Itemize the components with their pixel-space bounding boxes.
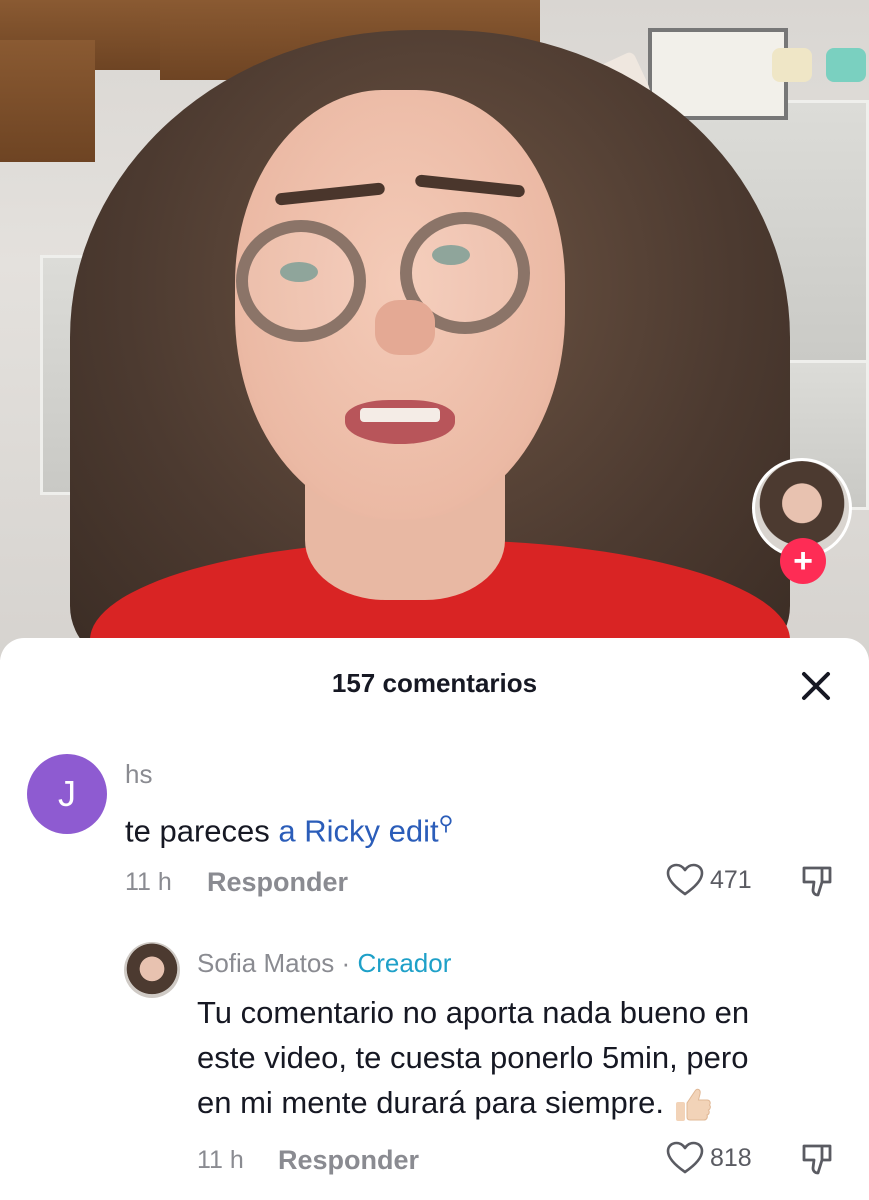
ceiling-beam <box>0 40 95 162</box>
comment-text: te pareces a Ricky edit⚲ <box>125 802 453 853</box>
comments-sheet: 157 comentarios J hs te pareces a Ricky … <box>0 638 869 1200</box>
creator-reply-avatar[interactable] <box>124 942 180 998</box>
like-button[interactable]: 818 <box>666 1141 752 1175</box>
commenter-username[interactable]: hs <box>125 759 152 790</box>
person-nose <box>375 300 435 355</box>
heart-icon <box>666 863 704 896</box>
reply-button[interactable]: Responder <box>278 1145 419 1176</box>
reply-time: 11 h <box>197 1146 244 1174</box>
comments-count-title: 157 comentarios <box>331 668 538 698</box>
reply-header: Sofia Matos · Creador <box>197 948 451 979</box>
like-count: 471 <box>710 865 752 894</box>
reply-text-line: Tu comentario no aporta nada bueno en <box>197 995 750 1030</box>
like-button[interactable]: 471 <box>666 863 752 897</box>
comment-time: 11 h <box>125 868 172 896</box>
thumbs-up-emoji <box>675 1088 711 1121</box>
commenter-avatar[interactable]: J <box>27 754 107 834</box>
reply-button[interactable]: Responder <box>207 867 348 898</box>
reply-text-line: este video, te cuesta ponerlo 5min, pero <box>197 1040 749 1075</box>
search-icon[interactable]: ⚲ <box>439 813 454 835</box>
search-suggestion-link[interactable]: a Ricky edit <box>278 813 438 848</box>
reply-username[interactable]: Sofia Matos <box>197 948 334 978</box>
reply-text-line: en mi mente durará para siempre. <box>197 1085 664 1120</box>
heart-icon <box>666 1141 704 1174</box>
reply-text: Tu comentario no aporta nada bueno en es… <box>197 990 749 1125</box>
dislike-icon[interactable] <box>800 864 836 900</box>
person-eye <box>280 262 318 282</box>
person-mouth <box>345 400 455 444</box>
person-teeth <box>360 408 440 422</box>
creator-badge: Creador <box>357 948 452 978</box>
dislike-icon[interactable] <box>800 1142 836 1178</box>
background-jar <box>772 48 812 82</box>
separator-dot: · <box>341 948 351 978</box>
person-eye <box>432 245 470 265</box>
like-count: 818 <box>710 1143 752 1172</box>
close-icon[interactable] <box>796 666 836 706</box>
background-jar <box>826 48 866 82</box>
video-player[interactable]: + <box>0 0 869 660</box>
follow-button[interactable]: + <box>780 538 826 584</box>
comment-text-body: te pareces <box>125 813 279 849</box>
reply-text-line-last: en mi mente durará para siempre. <box>197 1080 749 1125</box>
